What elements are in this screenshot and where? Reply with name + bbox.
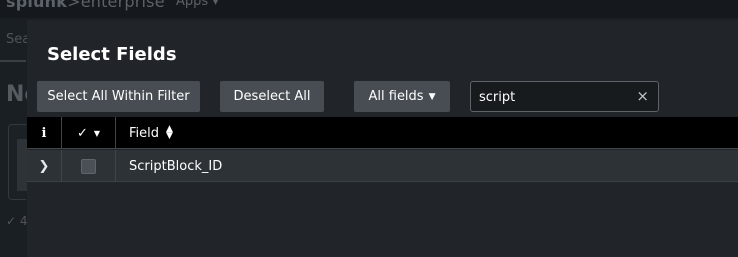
sort-icon: ▲ ▼ [166, 124, 173, 141]
background-panel [8, 124, 27, 200]
caret-down-icon: ▼ [428, 91, 436, 102]
apps-menu[interactable]: Apps ▾ [176, 0, 219, 9]
info-column-header: i [27, 117, 62, 149]
all-fields-dropdown[interactable]: All fields ▼ [354, 81, 450, 112]
clear-icon[interactable]: × [636, 87, 649, 105]
table-header: i ✓ ▼ Field ▲ ▼ [27, 117, 738, 149]
field-filter-search[interactable]: × [470, 81, 659, 112]
select-fields-modal: Select Fields Select All Within Filter D… [27, 20, 738, 257]
modal-title: Select Fields [47, 44, 177, 65]
checkmark-icon: ✓ [76, 125, 88, 141]
search-input[interactable] [479, 89, 629, 105]
table-row: ❯ ScriptBlock_ID [27, 150, 738, 182]
tab-underline [0, 60, 26, 62]
caret-down-icon: ▼ [93, 128, 101, 138]
splunk-logo: splunk>enterprise [6, 0, 165, 11]
row-checkbox[interactable] [81, 158, 96, 174]
top-navbar: splunk>enterprise Apps ▾ [0, 0, 738, 18]
background-status: ✓ 4 [6, 214, 28, 228]
field-column-header[interactable]: Field ▲ ▼ [116, 117, 173, 149]
field-header-label: Field [129, 125, 160, 141]
select-column-header[interactable]: ✓ ▼ [62, 117, 116, 149]
deselect-all-button[interactable]: Deselect All [220, 81, 324, 112]
field-name: ScriptBlock_ID [129, 158, 223, 174]
row-select-cell [62, 150, 116, 182]
all-fields-label: All fields [368, 89, 424, 104]
expand-chevron-icon[interactable]: ❯ [27, 150, 62, 182]
select-all-within-filter-button[interactable]: Select All Within Filter [37, 81, 200, 112]
